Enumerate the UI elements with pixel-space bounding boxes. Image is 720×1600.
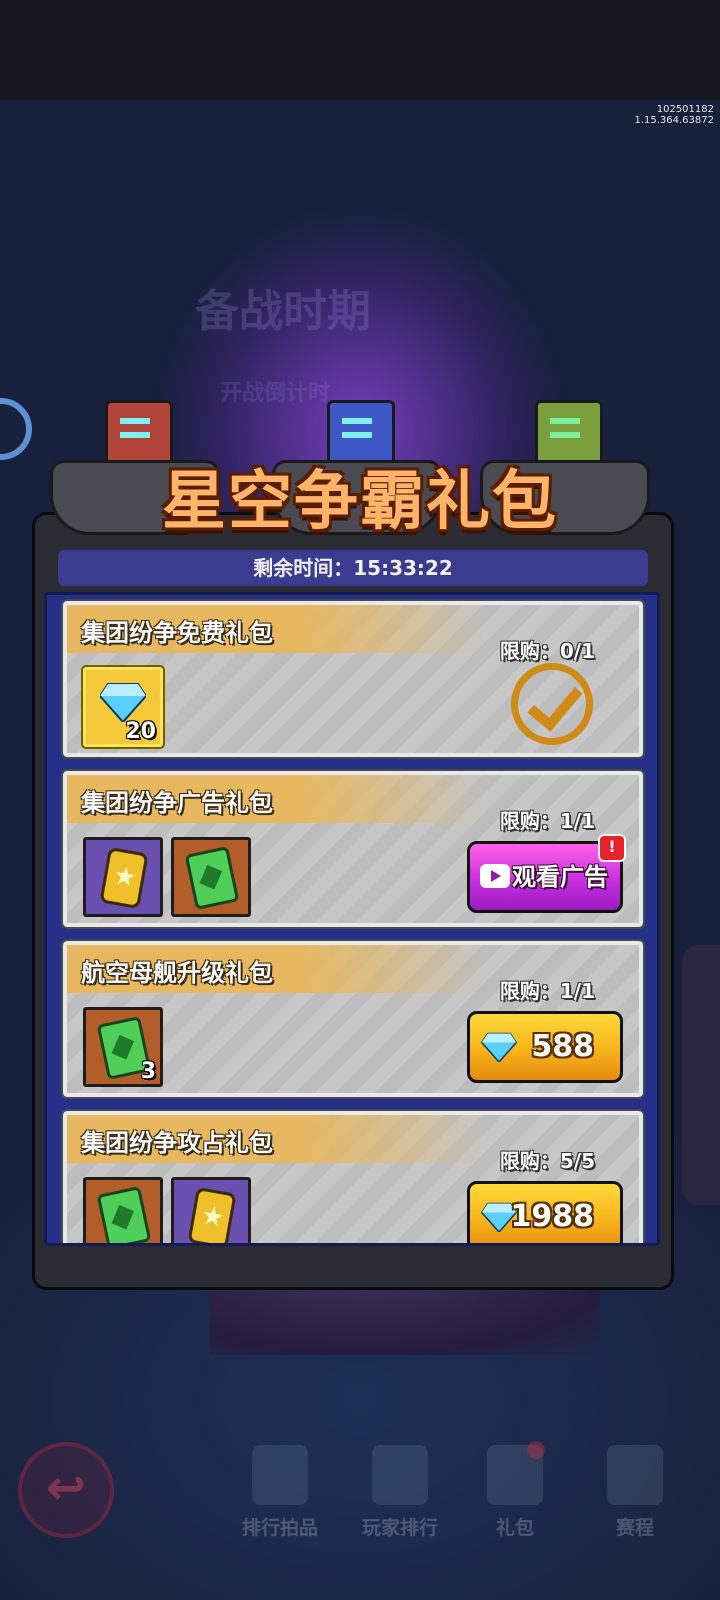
reward-item-gold-can[interactable]: ★ [83, 837, 163, 917]
nav-label: 赛程 [615, 1517, 654, 1539]
reward-item-gold-can[interactable]: ★ [171, 1177, 251, 1243]
price-label: 1988 [510, 1199, 595, 1234]
alert-badge: ! [598, 834, 626, 862]
watch-ad-label: 观看广告 [512, 863, 608, 891]
diamond-icon [480, 1032, 518, 1062]
podium-icon [372, 1445, 428, 1505]
reward-item-green-book[interactable] [171, 837, 251, 917]
schedule-icon [607, 1445, 663, 1505]
watch-ad-button[interactable]: 观看广告 ! [467, 834, 626, 913]
buy-with-diamonds-button[interactable]: 588 [467, 1011, 623, 1083]
background-ghost-title: 备战时期 [195, 286, 371, 337]
reward-item-diamond[interactable]: 20 [83, 667, 163, 747]
nav-item-gift[interactable]: 礼包 [455, 1441, 575, 1545]
purchase-limit: 限购：1/1 [499, 979, 595, 1003]
nav-item-player-ranking[interactable]: 玩家排行 [340, 1445, 460, 1545]
pack-card-carrier-upgrade: 航空母舰升级礼包 限购：1/1 3 588 [61, 939, 645, 1099]
item-quantity: 20 [125, 719, 156, 744]
nav-label: 排行拍品 [241, 1517, 318, 1539]
back-button[interactable]: ↩ [18, 1442, 114, 1538]
purchase-limit: 限购：5/5 [499, 1149, 595, 1173]
notification-dot [527, 1441, 545, 1459]
nav-item-auction-ranking[interactable]: 排行拍品 [220, 1445, 340, 1545]
gold-can-icon: ★ [99, 846, 149, 910]
buy-with-diamonds-button[interactable]: 1988 [467, 1181, 623, 1243]
timer-bar: 剩余时间：15:33:22 [58, 550, 648, 586]
version-build: 102501182 [656, 104, 714, 115]
pack-card-free: 集团纷争免费礼包 限购：0/1 20 [61, 599, 645, 759]
popup-title: 星空争霸礼包 [162, 465, 558, 539]
pack-list[interactable]: 集团纷争免费礼包 限购：0/1 20 集团纷争广告礼包 限购：1/1 ★ 观看广… [44, 592, 660, 1246]
pack-card-conquest: 集团纷争攻占礼包 限购：5/5 ★ 1988 [61, 1109, 645, 1243]
remaining-time: 剩余时间：15:33:22 [253, 556, 453, 580]
pack-title: 集团纷争广告礼包 [81, 789, 273, 817]
version-info: 102501182 1.15.364.63872 [634, 104, 714, 126]
pack-title: 集团纷争攻占礼包 [81, 1129, 273, 1157]
play-video-icon [480, 864, 510, 888]
checkmark-icon [511, 663, 593, 745]
item-quantity: 3 [140, 1059, 156, 1084]
gold-can-icon: ★ [187, 1186, 237, 1243]
green-book-icon [184, 846, 240, 910]
purchase-limit: 限购：1/1 [499, 809, 595, 833]
nav-item-schedule[interactable]: 赛程 [575, 1445, 695, 1545]
version-number: 1.15.364.63872 [634, 115, 714, 126]
green-book-icon [96, 1186, 152, 1243]
price-label: 588 [531, 1029, 594, 1064]
reward-item-green-book[interactable]: 3 [83, 1007, 163, 1087]
diamond-icon [100, 683, 146, 722]
reward-item-green-book[interactable] [83, 1177, 163, 1243]
purchase-limit: 限购：0/1 [499, 639, 595, 663]
pack-title: 航空母舰升级礼包 [81, 959, 273, 987]
nav-label: 玩家排行 [361, 1517, 438, 1539]
back-arrow-icon: ↩ [45, 1460, 87, 1516]
nav-label: 礼包 [495, 1517, 534, 1539]
pack-title: 集团纷争免费礼包 [81, 619, 273, 647]
rock-decoration [682, 945, 720, 1205]
status-bar [0, 0, 720, 100]
tv-icon [252, 1445, 308, 1505]
pack-card-ad: 集团纷争广告礼包 限购：1/1 ★ 观看广告 ! [61, 769, 645, 929]
